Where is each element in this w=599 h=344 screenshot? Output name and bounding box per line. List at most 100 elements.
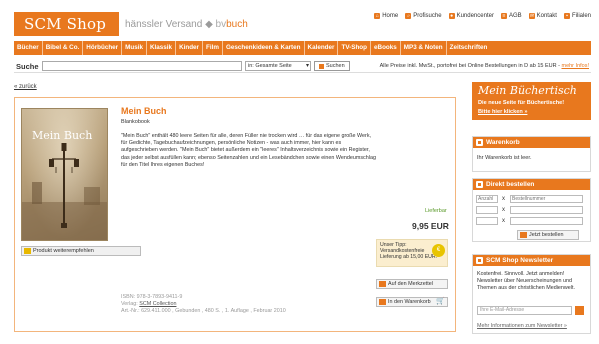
search-label: Suche xyxy=(16,62,39,71)
wishlist-button[interactable]: Auf den Merkzettel xyxy=(376,279,448,289)
topnav-kundencenter[interactable]: ● Kundencenter xyxy=(448,13,494,19)
bvbuch-logo[interactable]: bvbuch xyxy=(216,19,248,30)
shop-icon: ▪ xyxy=(563,13,570,19)
more-info-link[interactable]: mehr Infos! xyxy=(561,63,589,69)
user-icon: ● xyxy=(448,13,455,19)
newsletter-text: Kostenfrei. Sinnvoll. Jetzt anmelden! Ne… xyxy=(477,271,575,291)
newsletter-panel-header: SCM Shop Newsletter xyxy=(473,255,590,266)
haenssler-logo[interactable]: hänssler Versand xyxy=(125,19,202,30)
cat-bibel[interactable]: Bibel & Co. xyxy=(43,41,84,55)
cart-icon: 🛒 xyxy=(436,298,445,305)
order-number-input[interactable] xyxy=(510,206,583,214)
banner-title: Mein Büchertisch xyxy=(478,84,577,97)
cat-tvshop[interactable]: TV-Shop xyxy=(338,41,372,55)
cart-panel-title: Warenkorb xyxy=(486,139,520,146)
newsletter-more-link[interactable]: Mehr Informationen zum Newsletter » xyxy=(477,323,567,329)
category-nav: Bücher Bibel & Co. Hörbücher Musik Klass… xyxy=(14,41,591,55)
topnav-agb[interactable]: ≡ AGB xyxy=(500,13,522,19)
times-sign: x xyxy=(502,196,505,202)
product-cover-image[interactable]: Mein Buch xyxy=(21,108,108,241)
order-panel-header: Direkt bestellen xyxy=(473,179,590,190)
add-to-cart-button[interactable]: In den Warenkorb 🛒 xyxy=(376,297,448,307)
topnav-kundencenter-label[interactable]: Kundencenter xyxy=(457,13,494,19)
banner-line-1: Die neue Seite für Büchertische! xyxy=(478,100,565,106)
search-scope-select[interactable]: in: Gesamte Seite xyxy=(245,61,311,71)
newsletter-email-input[interactable]: Ihre E-Mail-Adresse xyxy=(477,306,572,315)
header: SCM Shop hänssler Versand ◆ bvbuch ⌂ Home… xyxy=(0,0,599,40)
document-icon: ≡ xyxy=(500,13,507,19)
shipping-badge-icon: € xyxy=(432,244,445,257)
cat-buecher[interactable]: Bücher xyxy=(14,41,43,55)
cat-film[interactable]: Film xyxy=(203,41,223,55)
buechertisch-banner[interactable]: Mein Büchertisch Die neue Seite für Büch… xyxy=(472,82,591,120)
product-type: Blankobook xyxy=(121,119,150,125)
arrow-icon xyxy=(319,63,324,69)
search-icon: ⌕ xyxy=(405,13,412,19)
order-number-input[interactable] xyxy=(510,217,583,225)
cat-ebooks[interactable]: eBooks xyxy=(371,41,401,55)
arrow-icon xyxy=(379,281,386,287)
cat-kalender[interactable]: Kalender xyxy=(305,41,339,55)
product-price: 9,95 EUR xyxy=(412,221,449,231)
cat-kinder[interactable]: Kinder xyxy=(176,41,204,55)
search-input[interactable] xyxy=(42,61,242,71)
arrow-icon xyxy=(476,181,483,188)
product-meta: ISBN: 978-3-7893-9411-9 Verlag: SCM Coll… xyxy=(121,294,286,315)
times-sign: x xyxy=(502,218,505,224)
publisher-link[interactable]: SCM Collection xyxy=(139,301,176,307)
home-icon: ⌂ xyxy=(374,13,381,19)
topnav-kontakt[interactable]: ✉ Kontakt xyxy=(528,13,557,19)
cat-klassik[interactable]: Klassik xyxy=(147,41,177,55)
order-now-button[interactable]: Jetzt bestellen xyxy=(517,230,579,240)
cat-hoerbuecher[interactable]: Hörbücher xyxy=(83,41,123,55)
topnav-profisuche[interactable]: ⌕ Profisuche xyxy=(405,13,442,19)
topnav-home[interactable]: ⌂ Home xyxy=(374,13,398,19)
bvbuch-logo-part2: buch xyxy=(226,19,248,30)
bvbuch-logo-part1: bv xyxy=(215,19,227,30)
topnav-home-label[interactable]: Home xyxy=(382,13,398,19)
topnav-agb-label[interactable]: AGB xyxy=(509,13,522,19)
topnav-filialen[interactable]: ▪ Filialen xyxy=(563,13,591,19)
cat-zeitschriften[interactable]: Zeitschriften xyxy=(447,41,491,55)
article-details: Art.-Nr.: 629.411.000 , Gebunden , 480 S… xyxy=(121,308,286,314)
logo[interactable]: SCM Shop xyxy=(14,12,119,36)
quantity-input[interactable] xyxy=(476,206,498,214)
quantity-input[interactable]: Anzahl xyxy=(476,195,498,203)
quantity-input[interactable] xyxy=(476,217,498,225)
cart-panel-header: Warenkorb xyxy=(473,137,590,148)
topnav-filialen-label[interactable]: Filialen xyxy=(572,13,591,19)
mail-icon xyxy=(24,248,31,254)
product-title: Mein Buch xyxy=(121,106,167,116)
isbn: ISBN: 978-3-7893-9411-9 xyxy=(121,294,183,300)
mail-icon: ✉ xyxy=(528,13,535,19)
search-bar: Suche in: Gesamte Seite Suchen Alle Prei… xyxy=(14,60,591,73)
shipping-tip: Unser Tipp: Versandkostenfreie Lieferung… xyxy=(376,239,448,267)
cat-musik[interactable]: Musik xyxy=(122,41,147,55)
cart-status: Ihr Warenkorb ist leer. xyxy=(477,155,532,161)
add-to-cart-label: In den Warenkorb xyxy=(388,299,431,305)
recommend-label: Produkt weiterempfehlen xyxy=(33,248,94,254)
search-button[interactable]: Suchen xyxy=(314,61,350,71)
times-sign: x xyxy=(502,207,505,213)
top-nav: ⌂ Home ⌕ Profisuche ● Kundencenter ≡ AGB ✉ Ko… xyxy=(374,13,591,19)
arrow-icon xyxy=(379,299,386,305)
arrow-icon xyxy=(476,257,483,264)
quick-order-panel: Direkt bestellen Anzahl x Bestellnummer … xyxy=(472,178,591,242)
recommend-button[interactable]: Produkt weiterempfehlen xyxy=(21,246,141,256)
topnav-profisuche-label[interactable]: Profisuche xyxy=(413,13,441,19)
publisher-row: Verlag: SCM Collection xyxy=(121,301,286,308)
arrow-icon xyxy=(520,232,527,238)
cat-geschenkideen[interactable]: Geschenkideen & Karten xyxy=(223,41,305,55)
product-box: Mein Buch Produkt weiterempfehlen Mein B… xyxy=(14,97,456,332)
newsletter-panel: SCM Shop Newsletter Kostenfrei. Sinnvoll… xyxy=(472,254,591,334)
newsletter-submit-button[interactable] xyxy=(575,306,584,315)
back-link[interactable]: « zurück xyxy=(14,84,37,90)
banner-link[interactable]: Bitte hier klicken » xyxy=(478,109,527,115)
shipping-info-text: Alle Preise inkl. MwSt., portofrei bei O… xyxy=(379,63,560,69)
search-button-label: Suchen xyxy=(326,63,345,69)
order-number-input[interactable]: Bestellnummer xyxy=(510,195,583,203)
order-panel-title: Direkt bestellen xyxy=(486,181,535,188)
order-now-label: Jetzt bestellen xyxy=(529,232,564,238)
cat-mp3-noten[interactable]: MP3 & Noten xyxy=(401,41,447,55)
topnav-kontakt-label[interactable]: Kontakt xyxy=(537,13,557,19)
